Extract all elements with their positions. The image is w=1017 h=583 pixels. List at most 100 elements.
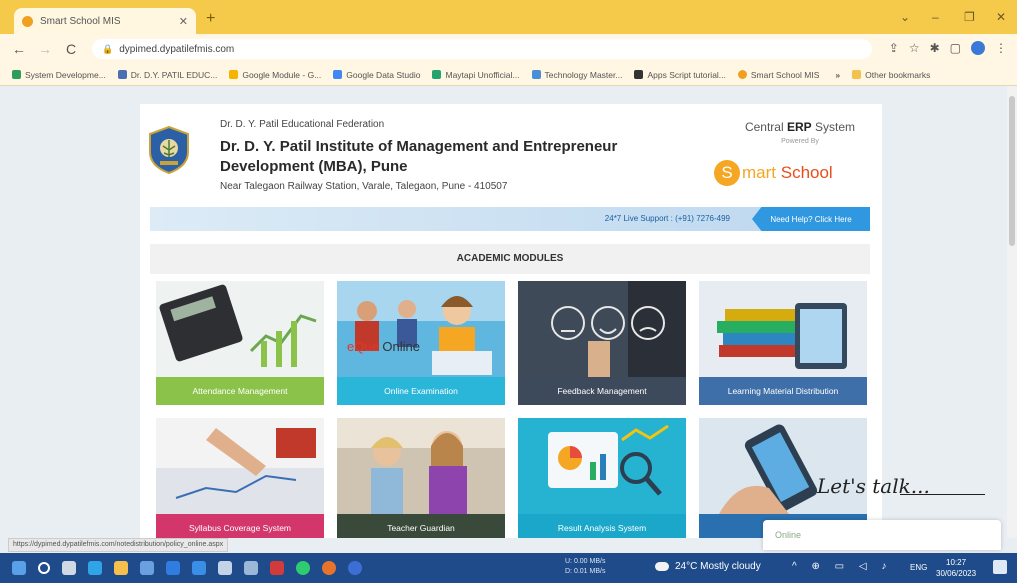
eque-online-text: eQue Online [347,339,420,354]
student-laptop-image [337,281,505,377]
other-bookmarks[interactable]: Other bookmarks [852,70,930,80]
profile-avatar[interactable] [971,41,985,55]
bookmark-item[interactable]: System Developme... [12,70,106,80]
module-tile-feedback[interactable]: Feedback Management [518,281,686,405]
module-tile-learning-material[interactable]: Learning Material Distribution [699,281,867,405]
file-explorer-icon[interactable] [114,561,128,575]
address-bar[interactable]: 🔒 dypimed.dypatilefmis.com [92,39,872,59]
whatsapp-icon[interactable] [296,561,310,575]
notification-icon[interactable] [993,560,1007,574]
share-icon[interactable]: ⇪ [889,41,899,55]
books-tablet-image [699,281,867,377]
clock-time: 10:27 [946,558,967,567]
bookmark-item[interactable]: Dr. D.Y. PATIL EDUC... [117,69,218,80]
bookmark-item[interactable]: Technology Master... [531,69,623,80]
scrollbar-thumb[interactable] [1009,96,1015,246]
clock[interactable]: 10:27 30/06/2023 [936,557,976,579]
new-tab-button[interactable]: + [206,10,215,28]
module-tile-online-exam[interactable]: eQue Online Online Examination [337,281,505,405]
module-label: Learning Material Distribution [699,377,867,405]
bookmark-favicon-icon [12,70,21,79]
net-down-label: D: [565,568,572,575]
phone-hand-image [699,418,867,514]
institute-crest-icon [149,126,189,174]
erp-suffix: System [815,120,856,134]
eque-suffix: Online [378,339,421,354]
module-tile-syllabus[interactable]: Syllabus Coverage System [156,418,324,538]
tab-close-icon[interactable]: ✕ [179,15,188,28]
weather-widget[interactable]: 24°C Mostly cloudy [655,561,761,572]
chat-widget[interactable]: Online [763,520,1001,550]
chrome-icon[interactable] [322,561,336,575]
wps-icon[interactable] [270,561,284,575]
menu-kebab-icon[interactable]: ⋮ [995,41,1007,55]
extensions-icon[interactable]: ✱ [930,41,940,55]
module-tile-result-analysis[interactable]: Result Analysis System [518,418,686,538]
need-help-button[interactable]: Need Help? Click Here [752,207,870,231]
browser-toolbar: ← → C 🔒 dypimed.dypatilefmis.com ⇪ ☆ ✱ ▢… [0,34,1017,64]
erp-prefix: Central [744,120,784,134]
browser-tab[interactable]: Smart School MIS ✕ [14,8,196,34]
search-icon[interactable] [38,562,50,574]
bookmark-item[interactable]: Smart School MIS [737,69,820,80]
edge-icon[interactable] [88,561,102,575]
task-view-icon[interactable] [62,561,76,575]
chat-status: Online [775,530,802,540]
brand-mart: mart [742,163,776,182]
windows-start-icon[interactable] [12,561,26,575]
mail-icon[interactable] [166,561,180,575]
hand-chart-image [156,418,324,514]
more-bookmarks-icon[interactable]: » [835,70,840,80]
net-down: 0.01 MB/s [573,568,606,575]
institute-address: Near Talegaon Railway Station, Varale, T… [220,181,508,192]
erp-bold: ERP [786,120,812,134]
photos-icon[interactable] [244,561,258,575]
window-close-icon[interactable]: ✕ [996,10,1006,24]
bookmark-label: Smart School MIS [750,69,820,80]
module-label: Online Examination [337,377,505,405]
status-url: https://dypimed.dypatilefmis.com/notedis… [8,538,229,552]
feedback-smileys-image [518,281,686,377]
bookmark-item[interactable]: Apps Script tutorial... [634,70,726,80]
cloud-icon [655,562,669,571]
erp-title: Central ERP System [730,120,870,134]
minimize-icon[interactable]: – [932,10,939,24]
support-bar: 24*7 Live Support : (+91) 7276-499 Need … [150,207,870,231]
bookmark-label: Dr. D.Y. PATIL EDUC... [130,69,218,80]
federation-name: Dr. D. Y. Patil Educational Federation [220,119,385,130]
bookmark-label: Google Module - G... [242,69,322,80]
telegram-icon[interactable] [192,561,206,575]
eque-prefix: eQue [347,339,379,354]
bookmark-favicon-icon [117,70,127,79]
bookmark-label: Google Data Studio [346,69,421,80]
bookmark-item[interactable]: Google Module - G... [229,70,321,80]
paint-icon[interactable] [218,561,232,575]
reload-icon[interactable]: C [64,41,78,57]
bookmark-label: Technology Master... [544,69,623,80]
other-bookmarks-label: Other bookmarks [865,69,931,80]
store-icon[interactable] [140,561,154,575]
module-label: Feedback Management [518,377,686,405]
module-tile-teacher-guardian[interactable]: Teacher Guardian [337,418,505,538]
modules-heading: ACADEMIC MODULES [150,244,870,274]
side-panel-icon[interactable]: ▢ [950,41,961,55]
back-arrow-icon[interactable]: ← [12,41,26,57]
module-tile-attendance[interactable]: Attendance Management [156,281,324,405]
bookmark-item[interactable]: Maytapi Unofficial... [432,69,520,80]
forward-arrow-icon[interactable]: → [38,41,52,57]
chrome-profile-icon[interactable] [348,561,362,575]
language-indicator[interactable]: ENG [910,563,927,572]
clock-date: 30/06/2023 [936,569,977,578]
module-label: Attendance Management [156,377,324,405]
bookmark-star-icon[interactable]: ☆ [909,41,920,55]
page-scrollbar[interactable] [1007,86,1017,538]
tab-search-icon[interactable]: ⌄ [900,10,910,24]
main-container: Dr. D. Y. Patil Educational Federation D… [140,104,882,538]
bookmark-label: Maytapi Unofficial... [445,69,520,80]
bookmark-item[interactable]: Google Data Studio [333,70,420,80]
site-favicon-icon [22,15,33,27]
site-header: Dr. D. Y. Patil Educational Federation D… [140,104,882,204]
analytics-magnifier-image [518,418,686,514]
system-tray-icons[interactable]: ^ ⊕ ▭ ◁ ♪ [792,561,892,572]
restore-icon[interactable]: ❐ [964,10,975,24]
